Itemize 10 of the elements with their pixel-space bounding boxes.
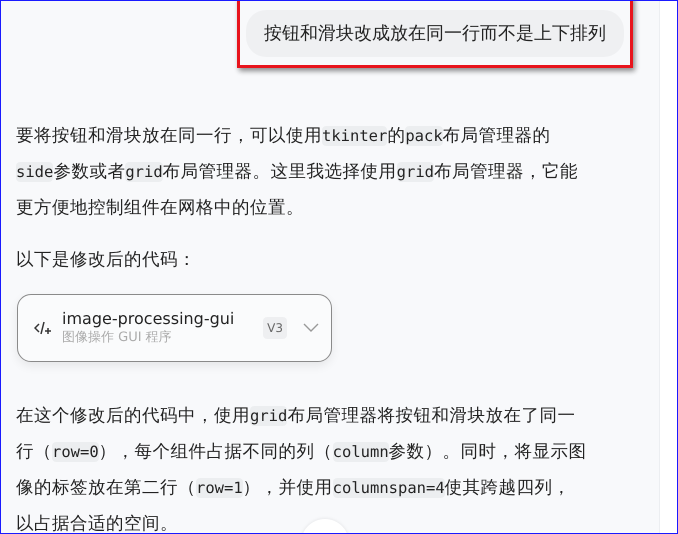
reply-paragraph: 以下是修改后的代码：: [16, 249, 197, 272]
reply-paragraph: 在这个修改后的代码中，使用 grid布局管理器将按钮和滑块放在了同一 行（row=0），每个组件占据不同的列（column参数）。同时，将显示图 像的标签放在第二行（row=1），并使用 columnspan=4使其跨越四列， 以占据合适的空间。: [16, 405, 588, 533]
version-label: V3: [263, 317, 287, 339]
artifact-subtitle: 图像操作 GUI 程序: [62, 329, 173, 347]
reply-paragraph: 要将按钮和滑块放在同一行，可以使用 tkinter的pack布局管理器的 side参数或者grid布局管理器。这里我选择使用 grid布局管理器，它能 更方便地控制组件在网格中的位置。: [16, 125, 579, 220]
chevron-down-icon[interactable]: [303, 323, 319, 333]
code-icon: [34, 320, 52, 336]
code-artifact-card[interactable]: image-processing-gui 图像操作 GUI 程序 V3: [17, 294, 332, 362]
artifact-title: image-processing-gui: [62, 309, 236, 329]
user-message: 按钮和滑块改成放在同一行而不是上下排列: [246, 10, 624, 57]
